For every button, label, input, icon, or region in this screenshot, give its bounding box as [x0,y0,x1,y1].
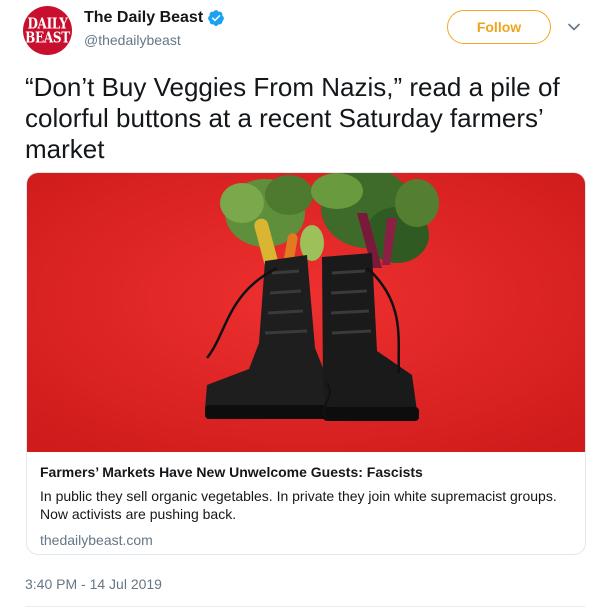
card-domain: thedailybeast.com [40,532,153,548]
avatar-logo-line2: BEAST [25,28,70,46]
divider [25,606,585,607]
author-name-row: The Daily Beast [84,9,225,27]
card-description: In public they sell organic vegetables. … [40,488,557,522]
card-body: Farmers’ Markets Have New Unwelcome Gues… [40,463,575,549]
tweet-text: “Don’t Buy Veggies From Nazis,” read a p… [25,72,560,164]
tweet: DAILY BEAST The Daily Beast @thedailybea… [0,0,609,608]
author-display-name[interactable]: The Daily Beast [84,9,203,27]
verified-badge-icon [208,10,225,26]
author-handle[interactable]: @thedailybeast [84,32,181,48]
tweet-timestamp[interactable]: 3:40 PM - 14 Jul 2019 [25,576,162,592]
daily-beast-logo: DAILY BEAST [25,16,70,46]
card-image [27,173,585,452]
follow-button[interactable]: Follow [447,10,551,44]
chevron-down-icon[interactable] [566,19,582,35]
avatar[interactable]: DAILY BEAST [23,6,72,55]
card-title: Farmers’ Markets Have New Unwelcome Gues… [40,464,423,480]
link-card[interactable]: Farmers’ Markets Have New Unwelcome Gues… [26,172,586,555]
